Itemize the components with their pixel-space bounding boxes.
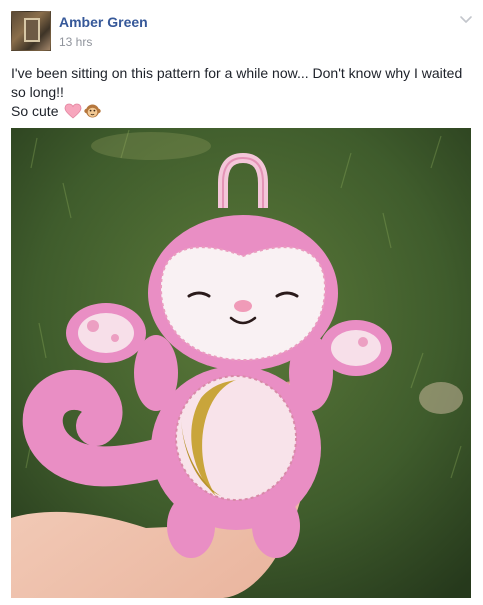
chevron-down-icon[interactable]: [459, 13, 473, 27]
post-text-line2-row: So cute: [11, 102, 471, 121]
post-text-line1: I've been sitting on this pattern for a …: [11, 65, 463, 100]
post-header: Amber Green 13 hrs: [11, 11, 473, 53]
post-timestamp[interactable]: 13 hrs: [59, 34, 92, 50]
avatar[interactable]: [11, 11, 51, 51]
monkey-face-icon: [84, 104, 102, 118]
feed-post: Amber Green 13 hrs I've been sitting on …: [0, 0, 483, 605]
author-name[interactable]: Amber Green: [59, 13, 148, 31]
post-photo[interactable]: [11, 128, 471, 598]
post-text: I've been sitting on this pattern for a …: [11, 64, 471, 121]
plush-monkey-photo: [11, 128, 471, 598]
post-text-line2: So cute: [11, 103, 59, 119]
avatar-frame: [24, 18, 40, 42]
heart-icon: [64, 103, 82, 119]
